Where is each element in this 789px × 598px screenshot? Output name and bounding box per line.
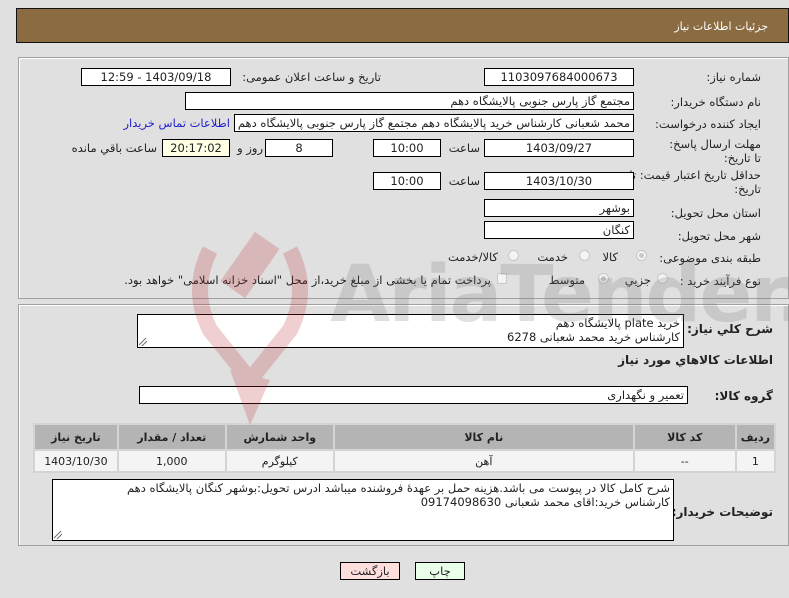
buyer-org-field: مجتمع گاز پارس جنوبی پالایشگاه دهم [185,92,634,110]
delivery-province-field: بوشهر [484,199,634,217]
col-unit: واحد شمارش [226,425,333,449]
price-validity-label: حداقل تاریخ اعتبار قیمت: تا تاریخ: [629,168,761,196]
need-number-field: 1103097684000673 [484,68,634,86]
days-label: روز و [237,141,263,155]
cell-unit: کیلوگرم [226,451,333,471]
announce-datetime-label: تاریخ و ساعت اعلان عمومی: [242,70,381,84]
goods-table-header: ردیف کد کالا نام کالا واحد شمارش تعداد /… [35,425,774,449]
reply-deadline-time-label: ساعت [448,141,480,155]
col-name: نام کالا [334,425,633,449]
price-validity-date-field: 1403/10/30 [484,172,634,190]
category-goods-service-radio[interactable] [508,250,519,261]
buyer-notes-label: توضیحات خریدار: [671,505,773,519]
goods-info-title: اطلاعات کالاهاي مورد نیاز [618,353,773,367]
goods-group-field: تعمیر و نگهداری [139,386,688,404]
purchase-type-minor-radio[interactable] [657,273,668,284]
goods-group-label: گروه کالا: [714,389,773,403]
page-title: جزئیات اطلاعات نیاز [674,20,768,33]
general-desc-label: شرح کلي نیاز: [687,322,773,336]
category-service-radio[interactable] [579,250,590,261]
back-button[interactable]: بازگشت [340,562,400,580]
announce-datetime-field: 1403/09/18 - 12:59 [81,68,231,86]
delivery-city-field: کنگان [484,221,634,239]
general-desc-line1: خرید plate پالایشگاه دهم [555,316,680,330]
remaining-label: ساعت باقي مانده [71,141,157,155]
buyer-notes-line1: شرح کامل کالا در پیوست می باشد.هزینه حمل… [127,481,670,495]
goods-table: ردیف کد کالا نام کالا واحد شمارش تعداد /… [33,423,776,473]
page-header: جزئیات اطلاعات نیاز [16,8,789,43]
treasury-payment-checkbox[interactable] [497,273,507,284]
col-code: کد کالا [634,425,735,449]
requester-field: محمد شعبانی کارشناس خرید پالایشگاه دهم م… [234,114,634,132]
purchase-type-label: نوع فرآیند خرید : [679,274,761,288]
need-number-label: شماره نیاز: [706,70,761,84]
col-row: ردیف [736,425,774,449]
cell-qty: 1,000 [118,451,225,471]
remaining-time-field: 20:17:02 [162,139,230,157]
reply-deadline-label: مهلت ارسال پاسخ: تا تاریخ: [669,137,761,165]
resize-grip-icon[interactable] [54,531,62,539]
resize-grip-icon[interactable] [139,338,147,346]
reply-deadline-date-field: 1403/09/27 [484,139,634,157]
purchase-type-medium-label: متوسط [548,273,585,287]
remaining-days-field: 8 [265,139,333,157]
buyer-notes-textarea: شرح کامل کالا در پیوست می باشد.هزینه حمل… [52,479,674,541]
category-service-label: خدمت [537,250,568,264]
category-goods-label: کالا [602,250,618,264]
price-validity-time-field: 10:00 [373,172,441,190]
delivery-city-label: شهر محل تحویل: [677,229,761,243]
cell-row: 1 [736,451,774,471]
category-goods-radio[interactable] [636,250,647,261]
treasury-payment-note: پرداخت تمام یا بخشی از مبلغ خرید،از محل … [124,273,491,287]
col-date: تاریخ نیاز [35,425,117,449]
buyer-notes-line2: کارشناس خرید:اقای محمد شعبانی 0917409863… [420,495,670,509]
col-qty: تعداد / مقدار [118,425,225,449]
category-label: طبقه بندی موضوعی: [659,251,761,265]
cell-date: 1403/10/30 [35,451,117,471]
cell-code: -- [634,451,735,471]
buyer-contact-link[interactable]: اطلاعات تماس خریدار [123,116,230,130]
cell-name: آهن [334,451,633,471]
requester-label: ایجاد کننده درخواست: [655,117,761,131]
general-desc-textarea: خرید plate پالایشگاه دهم کارشناس خرید مح… [137,314,684,348]
purchase-type-medium-radio[interactable] [598,273,609,284]
purchase-type-minor-label: جزیي [624,273,651,287]
buyer-org-label: نام دستگاه خریدار: [670,95,761,109]
category-goods-service-label: کالا/خدمت [447,250,498,264]
print-button[interactable]: چاپ [415,562,465,580]
table-row: 1 -- آهن کیلوگرم 1,000 1403/10/30 [35,451,774,471]
reply-deadline-time-field: 10:00 [373,139,441,157]
price-validity-time-label: ساعت [448,174,480,188]
general-desc-line2: کارشناس خرید محمد شعبانی 6278 [507,330,680,344]
delivery-province-label: استان محل تحویل: [670,206,761,220]
